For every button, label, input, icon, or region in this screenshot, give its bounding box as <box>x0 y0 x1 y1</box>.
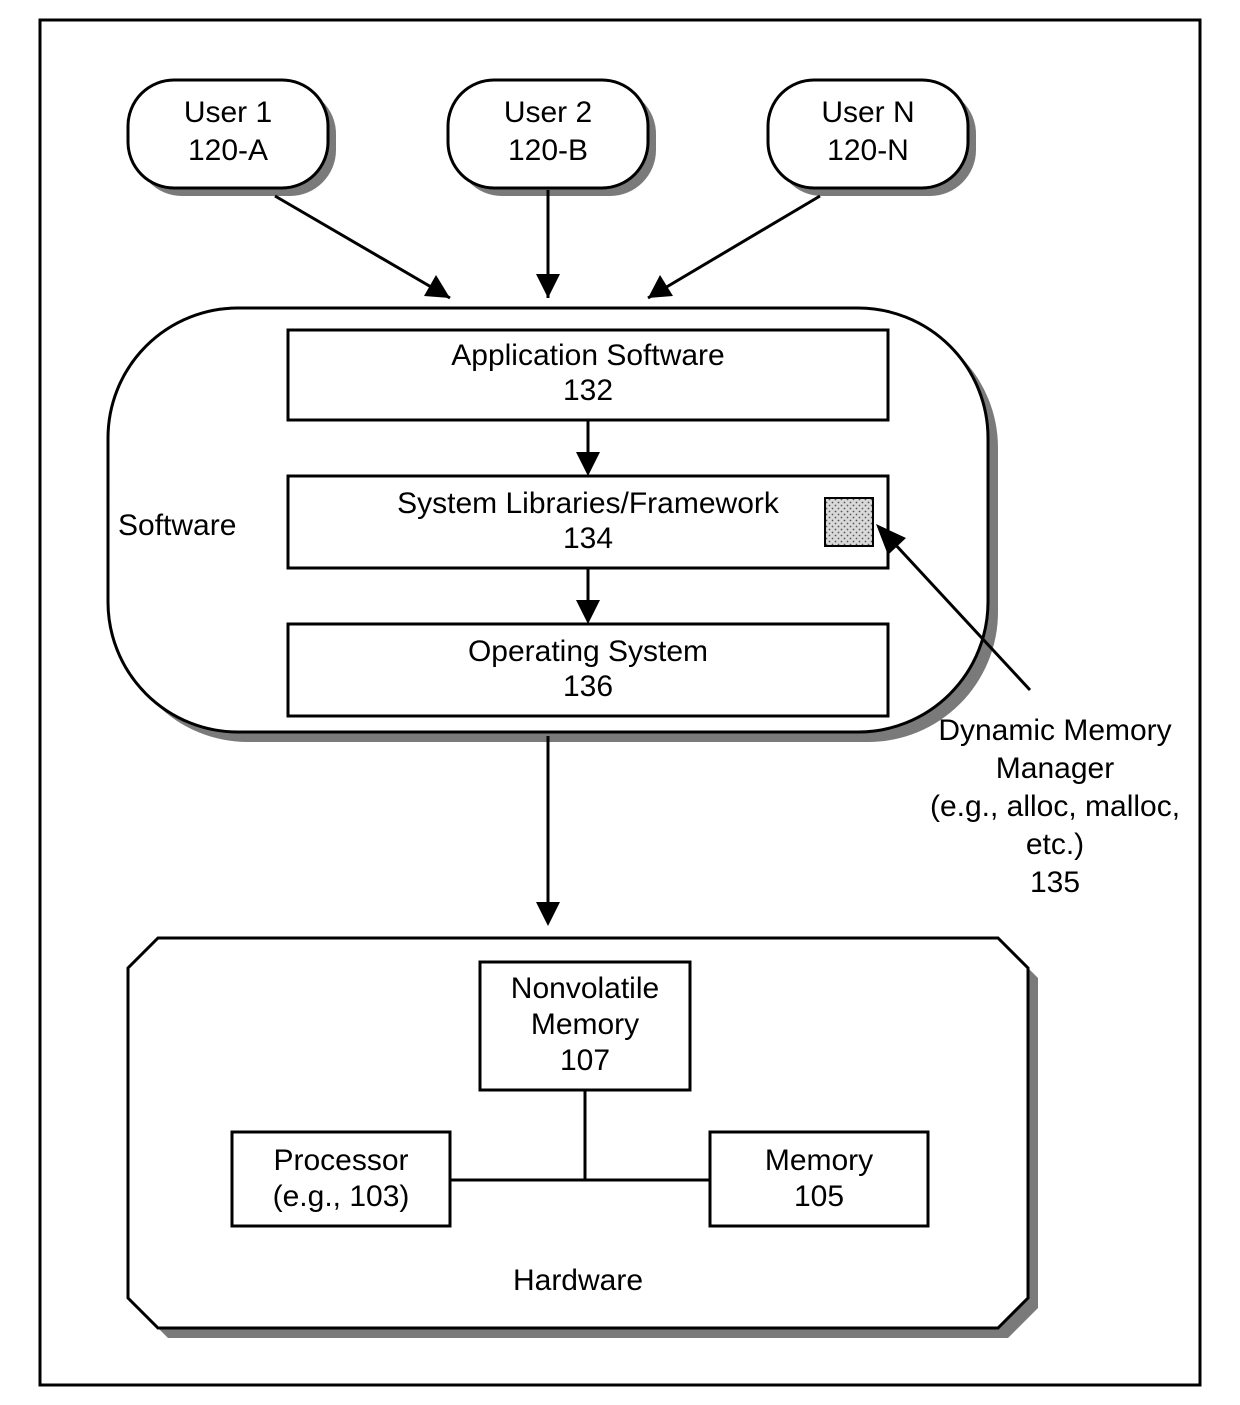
user-name: User N <box>821 96 914 129</box>
application-software-node: Application Software 132 <box>288 330 888 420</box>
user-id: 120-B <box>508 134 588 167</box>
user-id: 120-N <box>827 134 909 167</box>
arrow-user2-software <box>536 190 560 298</box>
svg-text:135: 135 <box>1030 866 1080 899</box>
svg-text:etc.): etc.) <box>1026 828 1084 861</box>
app-id: 132 <box>563 374 613 407</box>
libs-id: 134 <box>563 522 613 555</box>
app-name: Application Software <box>451 339 725 372</box>
svg-text:Dynamic Memory: Dynamic Memory <box>938 714 1171 747</box>
software-label: Software <box>118 509 236 542</box>
user-node-n: User N 120-N <box>768 80 976 196</box>
svg-text:(e.g., alloc, malloc,: (e.g., alloc, malloc, <box>930 790 1180 823</box>
svg-text:105: 105 <box>794 1180 844 1213</box>
arrow-user1-software <box>275 196 450 298</box>
user-node-2: User 2 120-B <box>448 80 656 196</box>
user-name: User 2 <box>504 96 592 129</box>
svg-text:Memory: Memory <box>765 1144 873 1177</box>
system-libraries-node: System Libraries/Framework 134 <box>288 476 888 568</box>
libs-name: System Libraries/Framework <box>397 487 780 520</box>
arrow-software-hardware <box>536 736 560 926</box>
operating-system-node: Operating System 136 <box>288 624 888 716</box>
hardware-label: Hardware <box>513 1264 643 1297</box>
os-id: 136 <box>563 670 613 703</box>
svg-text:(e.g., 103): (e.g., 103) <box>273 1180 410 1213</box>
svg-text:Processor: Processor <box>273 1144 408 1177</box>
user-name: User 1 <box>184 96 272 129</box>
dmm-icon <box>825 498 873 546</box>
arrow-usern-software <box>648 196 820 298</box>
memory-node: Memory 105 <box>710 1132 928 1226</box>
os-name: Operating System <box>468 635 708 668</box>
user-id: 120-A <box>188 134 268 167</box>
svg-text:Manager: Manager <box>996 752 1114 785</box>
user-node-1: User 1 120-A <box>128 80 336 196</box>
nonvolatile-memory-node: Nonvolatile Memory 107 <box>480 962 690 1090</box>
diagram-root: User 1 120-A User 2 120-B User N 120-N S… <box>0 0 1240 1405</box>
processor-node: Processor (e.g., 103) <box>232 1132 450 1226</box>
svg-text:Nonvolatile: Nonvolatile <box>511 972 659 1005</box>
svg-text:Memory: Memory <box>531 1008 639 1041</box>
dmm-label: Dynamic Memory Manager (e.g., alloc, mal… <box>930 714 1180 899</box>
svg-text:107: 107 <box>560 1044 610 1077</box>
